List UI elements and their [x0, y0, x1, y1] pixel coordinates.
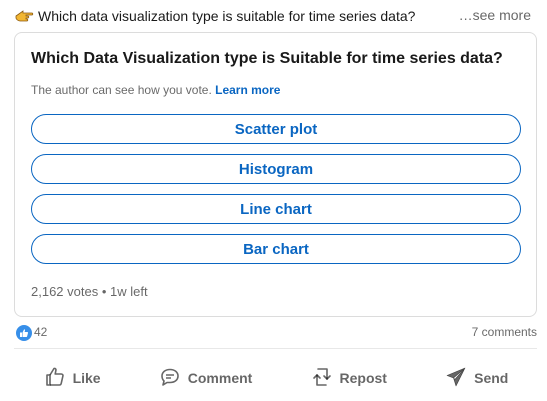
poll-option-bar-chart[interactable]: Bar chart [31, 234, 521, 264]
poll-option-line-chart[interactable]: Line chart [31, 194, 521, 224]
vote-count: 2,162 votes [31, 284, 99, 299]
poll-note-text: The author can see how you vote. [31, 83, 212, 97]
see-more-link[interactable]: …see more [459, 7, 531, 23]
like-button[interactable]: Like [35, 361, 109, 396]
meta-separator: • [101, 284, 107, 299]
thumbs-up-icon [43, 365, 67, 392]
time-left: 1w left [110, 284, 148, 299]
send-button[interactable]: Send [436, 361, 516, 396]
action-bar: Like Comment Repost Send [14, 360, 537, 396]
post-text: Which data visualization type is suitabl… [38, 8, 416, 24]
divider [14, 348, 537, 349]
feed-post: Which data visualization type is suitabl… [0, 0, 547, 401]
poll-option-histogram[interactable]: Histogram [31, 154, 521, 184]
repost-icon [310, 365, 334, 392]
learn-more-link[interactable]: Learn more [215, 83, 280, 97]
poll-question: Which Data Visualization type is Suitabl… [31, 50, 503, 67]
send-icon [444, 365, 468, 392]
social-counts: 42 7 comments [16, 324, 537, 342]
pointing-hand-icon [14, 7, 34, 25]
repost-button[interactable]: Repost [302, 361, 395, 396]
poll-meta: 2,162 votes • 1w left [31, 284, 148, 299]
poll-visibility-note: The author can see how you vote. Learn m… [31, 83, 280, 97]
reaction-count[interactable]: 42 [34, 325, 47, 339]
post-text-row: Which data visualization type is suitabl… [14, 6, 534, 26]
like-label: Like [72, 370, 101, 386]
poll-card: Which Data Visualization type is Suitabl… [14, 32, 537, 317]
send-label: Send [474, 370, 509, 386]
repost-label: Repost [339, 370, 387, 386]
comments-count-link[interactable]: 7 comments [472, 325, 537, 339]
poll-option-scatter-plot[interactable]: Scatter plot [31, 114, 521, 144]
comment-label: Comment [187, 370, 253, 386]
comment-icon [158, 365, 182, 392]
like-reaction-icon [16, 325, 32, 341]
comment-button[interactable]: Comment [150, 361, 261, 396]
